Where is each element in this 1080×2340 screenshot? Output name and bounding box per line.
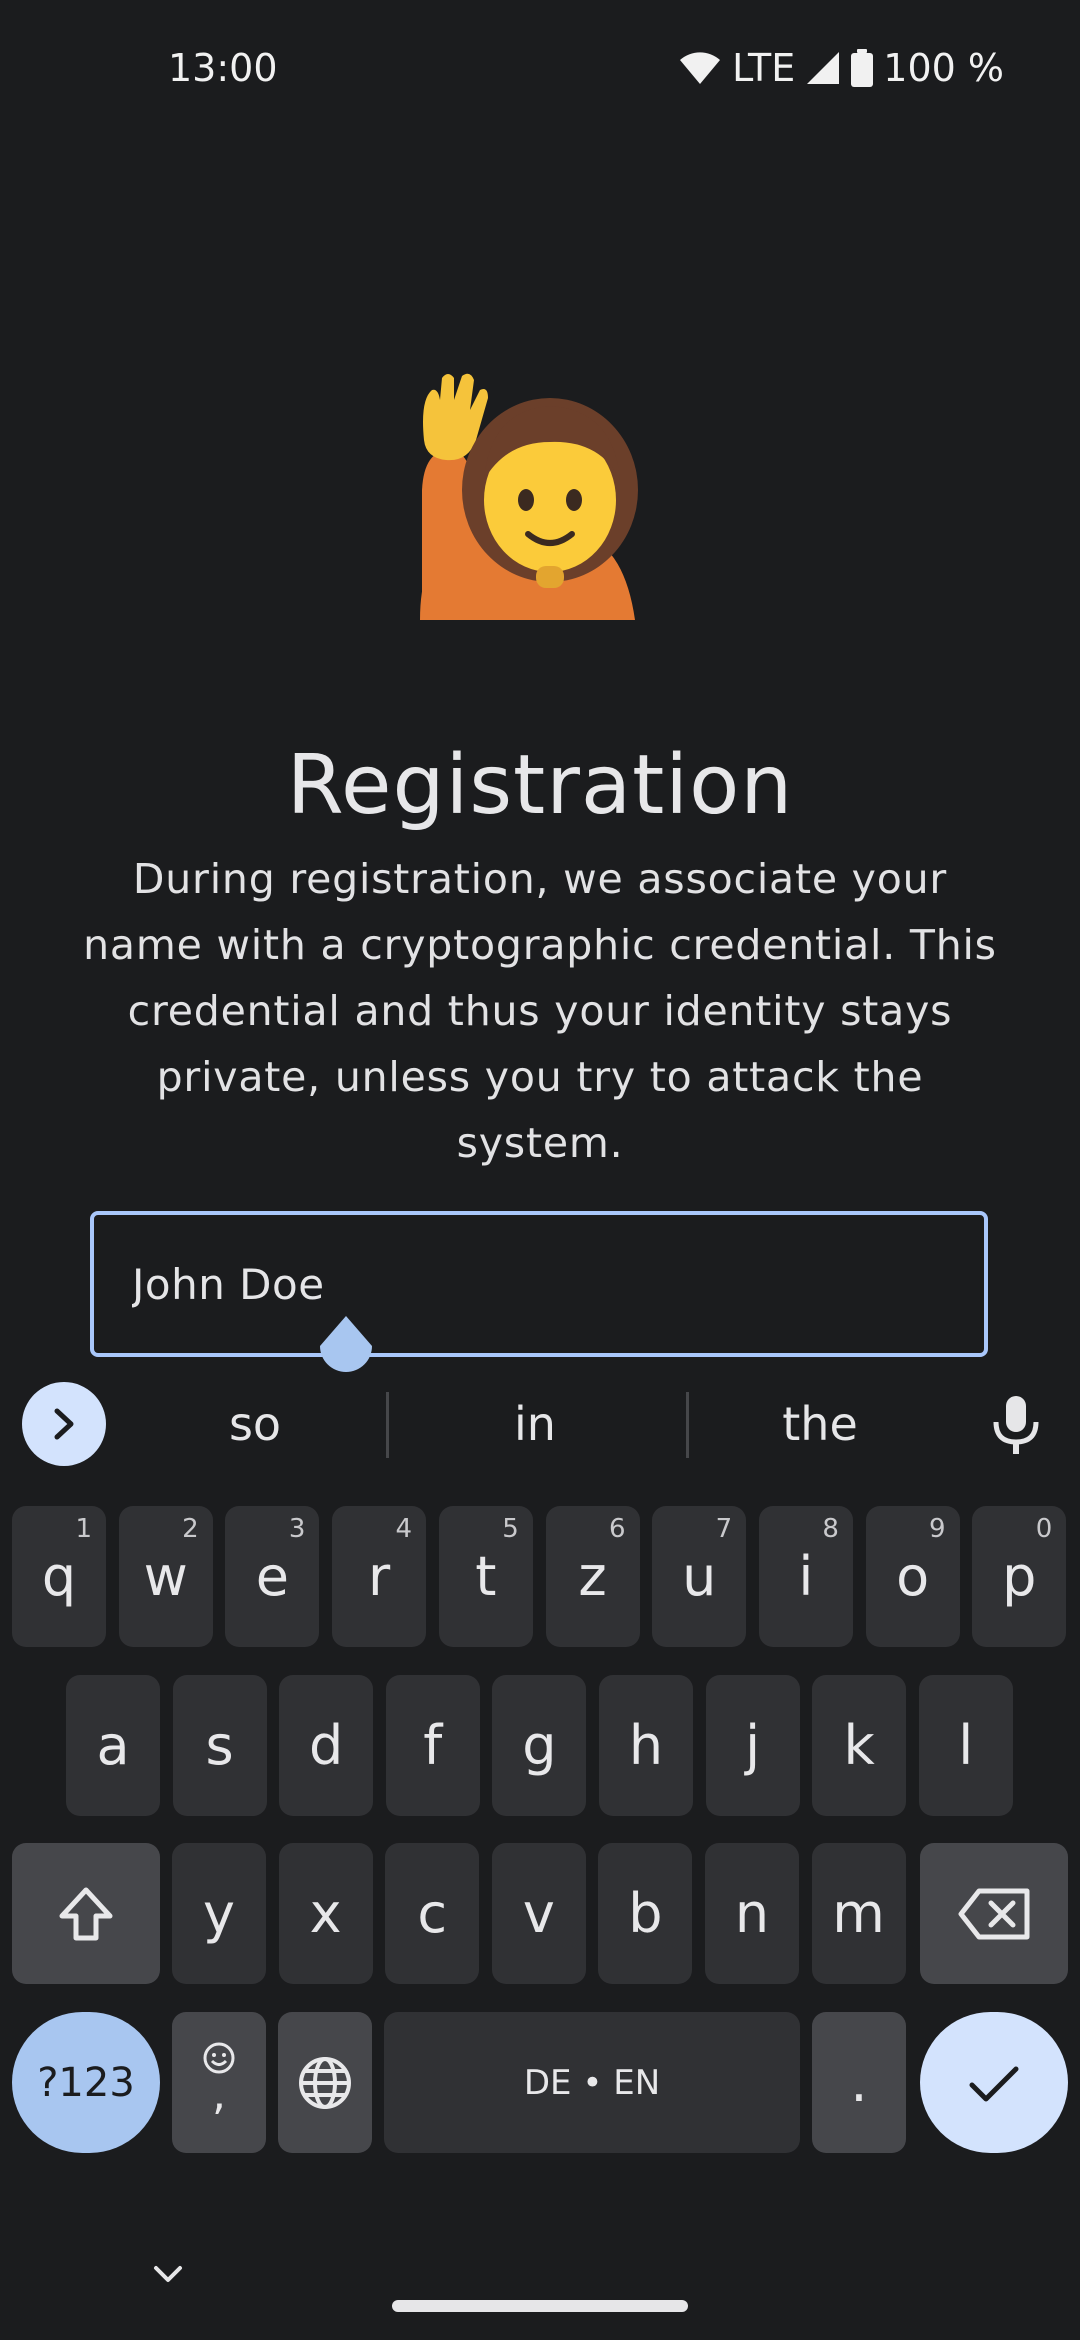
key-u[interactable]: u7	[652, 1506, 747, 1647]
registration-screen: 13:00 LTE 100 % Registration During regi…	[0, 0, 1080, 2340]
globe-icon	[299, 2056, 351, 2109]
chevron-right-icon	[54, 1408, 74, 1440]
key-label: q	[41, 1545, 77, 1608]
key-label: e	[255, 1545, 289, 1608]
status-time: 13:00	[168, 46, 278, 90]
key-p[interactable]: p0	[972, 1506, 1067, 1647]
suggestion-2[interactable]: in	[410, 1372, 660, 1476]
page-title: Registration	[286, 738, 794, 833]
key-number-hint: 7	[715, 1514, 733, 1544]
key-n[interactable]: n	[705, 1843, 799, 1984]
suggestion-bar: so in the	[0, 1372, 1080, 1476]
checkmark-icon	[969, 2066, 1019, 2101]
key-label: i	[798, 1545, 814, 1608]
key-label: w	[143, 1545, 188, 1608]
shift-key[interactable]	[12, 1843, 160, 1984]
suggestion-divider	[386, 1392, 389, 1458]
key-c[interactable]: c	[385, 1843, 480, 1984]
home-indicator[interactable]	[392, 2300, 688, 2312]
key-j[interactable]: j	[705, 1675, 800, 1816]
key-label: u	[682, 1545, 717, 1608]
key-number-hint: 6	[608, 1514, 626, 1544]
key-label: t	[475, 1545, 497, 1608]
suggestion-divider	[686, 1392, 689, 1458]
period-key[interactable]: .	[812, 2012, 906, 2153]
backspace-key[interactable]	[920, 1843, 1068, 1984]
key-h[interactable]: h	[599, 1675, 693, 1816]
suggestion-1[interactable]: so	[130, 1372, 380, 1476]
signal-icon	[807, 52, 840, 84]
key-k[interactable]: k	[812, 1675, 907, 1816]
key-d[interactable]: d	[279, 1675, 374, 1816]
key-label: z	[578, 1545, 607, 1608]
key-b[interactable]: b	[598, 1843, 693, 1984]
hide-keyboard-icon[interactable]	[150, 2260, 186, 2288]
key-number-hint: 8	[822, 1514, 839, 1544]
name-input[interactable]	[132, 1215, 932, 1353]
key-x[interactable]: x	[278, 1843, 373, 1984]
key-i[interactable]: i8	[758, 1506, 853, 1647]
suggestion-3[interactable]: the	[700, 1372, 940, 1476]
key-a[interactable]: a	[66, 1675, 160, 1816]
key-t[interactable]: t5	[438, 1506, 533, 1647]
key-q[interactable]: q1	[12, 1506, 106, 1647]
key-number-hint: 0	[1035, 1514, 1053, 1544]
wifi-icon	[680, 52, 721, 84]
battery-icon	[851, 49, 874, 87]
key-o[interactable]: o9	[865, 1506, 960, 1647]
key-number-hint: 3	[288, 1514, 306, 1544]
key-y[interactable]: y	[172, 1843, 266, 1984]
key-e[interactable]: e3	[225, 1506, 320, 1647]
key-w[interactable]: w2	[118, 1506, 213, 1647]
registration-description: During registration, we associate your n…	[83, 855, 997, 1167]
space-key[interactable]: DE • EN	[384, 2012, 800, 2153]
key-number-hint: 2	[182, 1514, 199, 1544]
key-s[interactable]: s	[172, 1675, 267, 1816]
shift-icon	[59, 1887, 113, 1940]
key-z[interactable]: z6	[545, 1506, 640, 1647]
symbols-key[interactable]: ?123	[12, 2012, 160, 2153]
key-number-hint: 9	[929, 1514, 946, 1544]
key-r[interactable]: r4	[332, 1506, 427, 1647]
key-number-hint: 4	[395, 1514, 413, 1544]
key-number-hint: 5	[502, 1514, 519, 1544]
key-g[interactable]: g	[492, 1675, 587, 1816]
enter-key[interactable]	[920, 2012, 1068, 2153]
network-type: LTE	[732, 46, 796, 90]
comma-label: ,	[212, 2068, 226, 2120]
status-indicators: LTE 100 %	[678, 46, 1004, 90]
key-l[interactable]: l	[918, 1675, 1013, 1816]
key-v[interactable]: v	[491, 1843, 586, 1984]
key-label: r	[367, 1545, 391, 1608]
microphone-icon[interactable]	[992, 1396, 1040, 1454]
key-label: o	[896, 1545, 930, 1608]
name-input-field[interactable]	[90, 1211, 988, 1357]
language-switch-key[interactable]	[278, 2012, 372, 2153]
battery-level: 100 %	[883, 46, 1004, 90]
status-bar: 13:00 LTE 100 %	[0, 0, 1080, 140]
key-label: p	[1002, 1545, 1037, 1608]
backspace-icon	[958, 1888, 1030, 1939]
expand-toolbar-button[interactable]	[22, 1382, 106, 1466]
key-m[interactable]: m	[811, 1843, 906, 1984]
key-number-hint: 1	[75, 1514, 92, 1544]
person-raising-hand-icon	[410, 370, 670, 630]
key-f[interactable]: f	[385, 1675, 480, 1816]
emoji-comma-key[interactable]: ,	[172, 2012, 266, 2153]
